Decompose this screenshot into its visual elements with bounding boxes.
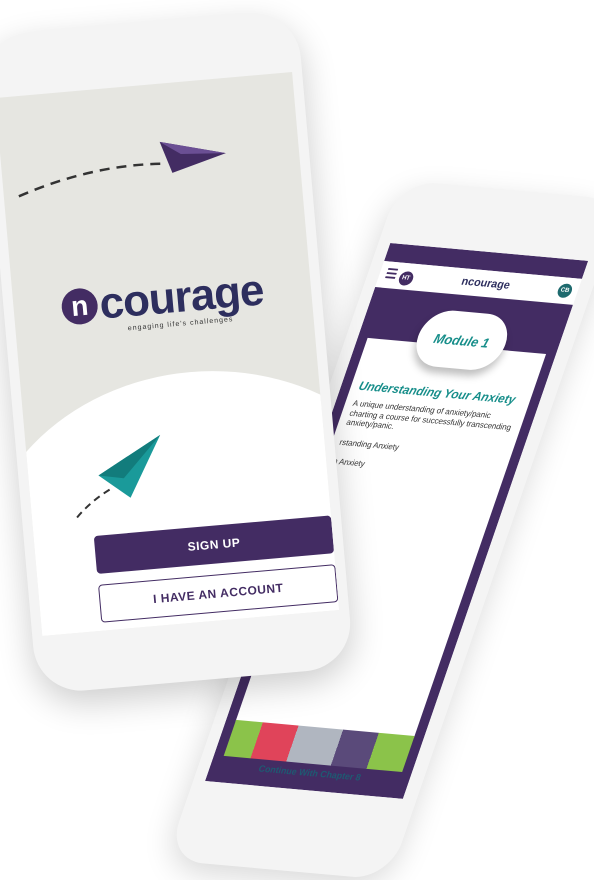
chapter-item[interactable]: n Anxiety [332, 456, 498, 480]
front-phone-mockup: n courage engaging life's challenges SIG… [0, 9, 355, 695]
profile-avatar[interactable]: CB [555, 283, 575, 299]
paper-plane-icon [18, 141, 226, 198]
module-description: A unique understanding of anxiety/panic … [345, 398, 513, 432]
welcome-screen: n courage engaging life's challenges SIG… [0, 72, 340, 636]
module-badge: Module 1 [408, 308, 516, 373]
chapter-item[interactable]: rstanding Anxiety [338, 437, 504, 461]
user-avatar[interactable]: HT [396, 270, 416, 287]
chapter-item[interactable]: re [325, 475, 491, 499]
logo-letter: n [60, 286, 100, 326]
teal-paper-plane-icon [76, 434, 161, 519]
menu-icon[interactable]: ☰ [383, 266, 399, 282]
brand-logo: ncourage [459, 275, 512, 292]
